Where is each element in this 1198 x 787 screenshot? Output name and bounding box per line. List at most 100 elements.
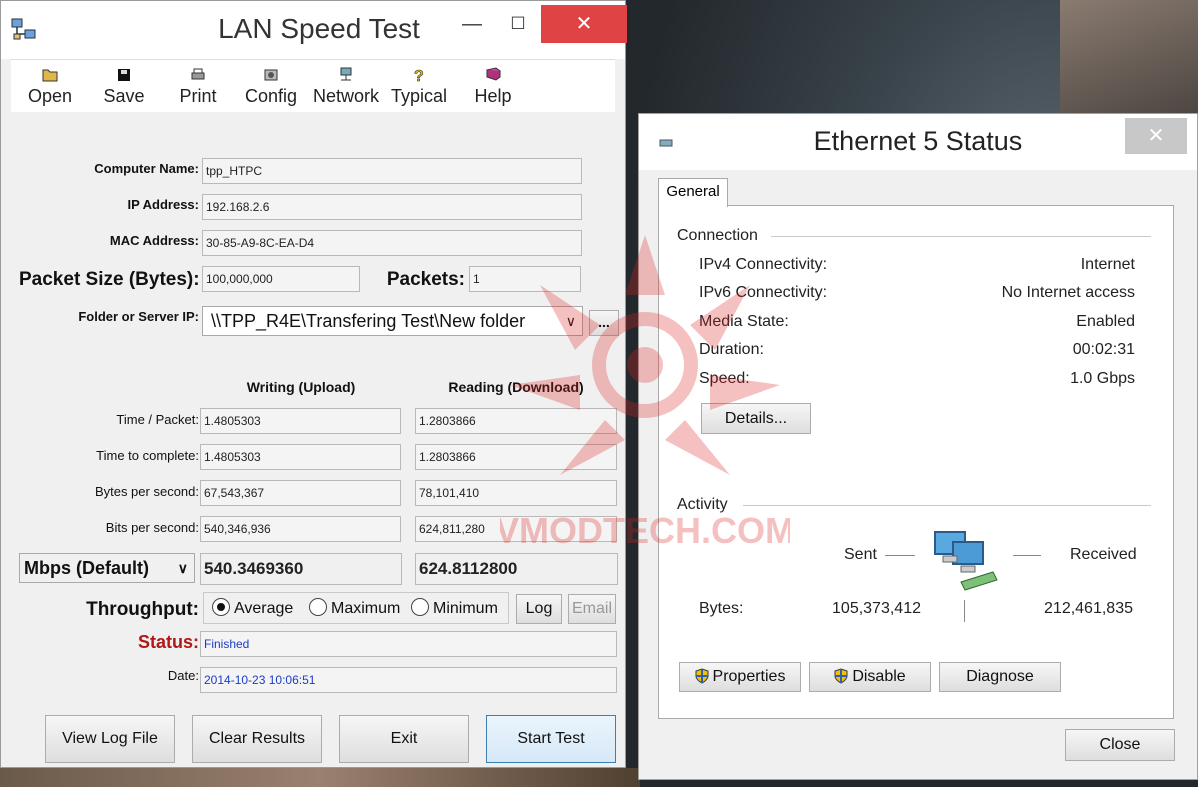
toolbar-open[interactable]: Open (25, 64, 75, 107)
unit-select[interactable]: Mbps (Default) ∨ (19, 553, 195, 583)
title-bar: LAN Speed Test — ☐ ✕ (1, 1, 627, 59)
mbps-write-field[interactable]: 540.3469360 (200, 553, 402, 585)
chevron-down-icon: ∨ (565, 313, 576, 329)
folder-select[interactable]: \\TPP_R4E\Transfering Test\New folder ∨ (202, 306, 583, 336)
packet-size-field[interactable]: 100,000,000 (202, 266, 360, 292)
open-folder-icon (42, 69, 58, 82)
network-computers-icon (934, 531, 998, 591)
bytes-per-second-write[interactable]: 67,543,367 (200, 480, 401, 506)
eth-window-title: Ethernet 5 Status (813, 126, 1023, 156)
mac-address-field[interactable]: 30-85-A9-8C-EA-D4 (202, 230, 582, 256)
toolbar-typical-label: Typical (390, 86, 448, 106)
toolbar-help[interactable]: Help (471, 64, 515, 107)
close-button[interactable]: ✕ (541, 5, 627, 43)
toolbar-print[interactable]: Print (175, 64, 221, 107)
radio-selected-indicator (212, 598, 230, 616)
media-state-label: Media State: (699, 313, 789, 330)
radio-maximum-label: Maximum (331, 600, 401, 617)
bytes-per-second-read[interactable]: 78,101,410 (415, 480, 617, 506)
ipv4-label: IPv4 Connectivity: (699, 256, 828, 273)
bits-per-second-read[interactable]: 624,811,280 (415, 516, 617, 542)
duration-label: Duration: (699, 341, 764, 358)
toolbar-network[interactable]: Network (311, 64, 381, 107)
ipv4-value: Internet (1080, 256, 1135, 273)
packet-size-label: Packet Size (Bytes): (19, 269, 200, 290)
connection-heading: Connection (677, 227, 758, 244)
time-per-packet-read[interactable]: 1.2803866 (415, 408, 617, 434)
sent-label: Sent (844, 546, 877, 563)
radio-average[interactable]: Average (212, 598, 293, 618)
ip-address-field[interactable]: 192.168.2.6 (202, 194, 582, 220)
ip-address-label: IP Address: (127, 197, 199, 212)
properties-button-label: Properties (712, 668, 786, 685)
reading-header: Reading (Download) (448, 379, 584, 395)
sent-line (885, 555, 915, 556)
radio-maximum[interactable]: Maximum (309, 598, 400, 618)
eth-close-dialog-button[interactable]: Close (1065, 729, 1175, 761)
start-test-button[interactable]: Start Test (486, 715, 616, 763)
result-row-label: Bytes per second: (94, 484, 199, 499)
exit-button[interactable]: Exit (339, 715, 469, 763)
time-to-complete-write[interactable]: 1.4805303 (200, 444, 401, 470)
toolbar-config-label: Config (244, 86, 298, 106)
general-panel (658, 205, 1174, 719)
details-button[interactable]: Details... (701, 403, 811, 434)
time-per-packet-write[interactable]: 1.4805303 (200, 408, 401, 434)
desktop-background-detail (1060, 0, 1198, 120)
toolbar: Open Save Print Config Network ? Typical… (11, 59, 615, 112)
toolbar-typical[interactable]: ? Typical (389, 64, 449, 107)
toolbar-config[interactable]: Config (243, 64, 299, 107)
network-icon (340, 67, 352, 81)
disable-button[interactable]: Disable (809, 662, 931, 692)
uac-shield-icon (695, 668, 709, 684)
properties-button[interactable]: Properties (679, 662, 801, 692)
toolbar-save-label: Save (103, 86, 145, 106)
status-field[interactable]: Finished (200, 631, 617, 657)
log-button[interactable]: Log (516, 594, 562, 624)
throughput-label: Throughput: (86, 599, 199, 620)
radio-average-label: Average (234, 600, 294, 617)
diagnose-button[interactable]: Diagnose (939, 662, 1061, 692)
toolbar-save[interactable]: Save (101, 64, 147, 107)
unit-select-value: Mbps (Default) (24, 558, 149, 578)
duration-value: 00:02:31 (1072, 341, 1135, 358)
bytes-sent-value: 105,373,412 (832, 600, 921, 617)
view-log-file-button[interactable]: View Log File (45, 715, 175, 763)
lan-speed-test-window: LAN Speed Test — ☐ ✕ Open Save Print Con… (0, 0, 627, 768)
time-to-complete-read[interactable]: 1.2803866 (415, 444, 617, 470)
toolbar-help-label: Help (474, 86, 512, 106)
svg-text:?: ? (414, 68, 424, 85)
ethernet-status-window: Ethernet 5 Status ✕ General Connection I… (638, 113, 1198, 780)
computer-name-field[interactable]: tpp_HTPC (202, 158, 582, 184)
date-field[interactable]: 2014-10-23 10:06:51 (200, 667, 617, 693)
browse-button[interactable]: ... (589, 310, 619, 336)
help-book-icon (486, 67, 502, 81)
mbps-read-field[interactable]: 624.8112800 (415, 553, 618, 585)
tab-general[interactable]: General (658, 178, 728, 207)
computer-name-label: Computer Name: (94, 161, 199, 176)
minimize-button[interactable]: — (449, 5, 495, 43)
toolbar-print-label: Print (179, 86, 217, 106)
radio-minimum[interactable]: Minimum (411, 598, 498, 618)
ipv6-value: No Internet access (1001, 284, 1135, 301)
printer-icon (191, 68, 205, 80)
save-disk-icon (118, 69, 130, 81)
bits-per-second-write[interactable]: 540,346,936 (200, 516, 401, 542)
clear-results-button[interactable]: Clear Results (192, 715, 322, 763)
radio-indicator (411, 598, 429, 616)
email-button[interactable]: Email (568, 594, 616, 624)
speed-label: Speed: (699, 370, 750, 387)
date-label: Date: (167, 668, 199, 683)
eth-close-button[interactable]: ✕ (1125, 118, 1187, 154)
uac-shield-icon (834, 668, 848, 684)
packets-field[interactable]: 1 (469, 266, 581, 292)
writing-header: Writing (Upload) (246, 379, 356, 395)
bytes-divider (964, 600, 965, 622)
packets-label: Packets: (386, 269, 465, 290)
received-line (1013, 555, 1041, 556)
folder-label: Folder or Server IP: (78, 309, 199, 324)
help-question-icon: ? (414, 68, 424, 86)
maximize-button[interactable]: ☐ (495, 5, 541, 43)
mac-address-label: MAC Address: (109, 233, 199, 248)
config-icon (264, 69, 278, 81)
